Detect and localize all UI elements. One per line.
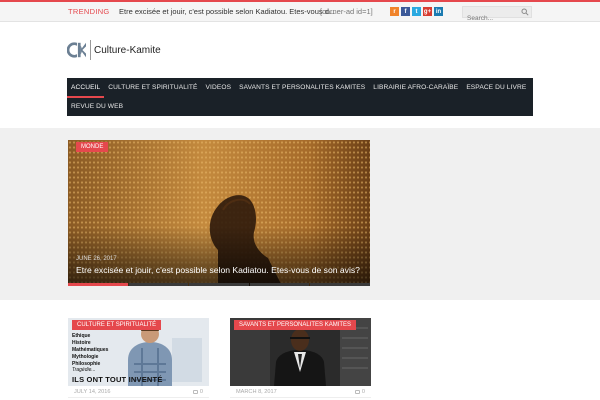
nav-item-videos[interactable]: VIDEOS <box>202 80 236 98</box>
twitter-icon[interactable]: t <box>412 7 421 16</box>
book-subject: Mythologie <box>72 354 99 360</box>
featured-title-link[interactable]: Etre excisée et jouir, c'est possible se… <box>76 265 366 275</box>
nav-item-culture-et-spiritualite[interactable]: CULTURE ET SPIRITUALITÉ <box>104 80 201 98</box>
book-subject: Mathématiques <box>72 347 109 353</box>
linkedin-icon[interactable]: in <box>434 7 443 16</box>
book-subject: Ethique <box>72 333 91 339</box>
featured-category-tag[interactable]: MONDE <box>76 142 109 152</box>
post-card-meta: JULY 14, 2016 0 <box>68 386 209 398</box>
top-bar: TRENDING Etre excisée et jouir, c'est po… <box>0 0 600 24</box>
slider-dot[interactable] <box>189 283 249 286</box>
logo-mark-icon <box>67 42 86 58</box>
comment-count: 0 <box>199 389 203 395</box>
nav-row-1: ACCUEIL CULTURE ET SPIRITUALITÉ VIDEOS S… <box>67 80 530 98</box>
slider-dot[interactable] <box>128 283 189 286</box>
post-card: Ethique Histoire Mathématiques Mythologi… <box>68 318 209 400</box>
comment-bubble-icon <box>192 390 198 394</box>
book-subject: Tragédie... <box>72 367 96 373</box>
search-input[interactable] <box>463 13 519 24</box>
post-card-date: MARCH 8, 2017 <box>236 389 277 395</box>
post-card-meta: MARCH 8, 2017 0 <box>230 386 371 398</box>
comment-bubble-icon <box>354 390 360 394</box>
post-card-image-link[interactable]: SAVANTS ET PERSONALITES KAMITES <box>230 318 371 386</box>
main-navigation: ACCUEIL CULTURE ET SPIRITUALITÉ VIDEOS S… <box>67 78 533 116</box>
post-card-category-tag[interactable]: CULTURE ET SPIRITUALITÉ <box>72 320 162 330</box>
slider-dot[interactable] <box>249 283 310 286</box>
comment-count: 0 <box>361 389 365 395</box>
nav-item-revue-du-web[interactable]: REVUE DU WEB <box>67 99 127 117</box>
search-box <box>462 6 532 24</box>
trending-ticker-link[interactable]: Etre excisée et jouir, c'est possible se… <box>119 7 344 16</box>
search-icon[interactable] <box>521 8 529 16</box>
social-links: r f t g+ in <box>390 7 443 16</box>
book-subject: Histoire <box>72 340 91 346</box>
book-tagline: ILS ONT TOUT INVENTÉ <box>72 375 163 384</box>
post-card-image-link[interactable]: Ethique Histoire Mathématiques Mythologi… <box>68 318 209 386</box>
site-logo[interactable]: Culture-Kamite <box>67 40 161 60</box>
slider-pagination <box>68 283 370 286</box>
nav-row-2: REVUE DU WEB <box>67 99 127 117</box>
corner-ad-shortcode: [corner-ad id=1] <box>320 7 373 16</box>
nav-item-accueil[interactable]: ACCUEIL <box>67 80 105 98</box>
nav-item-librairie-afro-caraibe[interactable]: LIBRAIRIE AFRO-CARAÏBE <box>369 80 462 98</box>
post-card-comments[interactable]: 0 <box>192 389 203 395</box>
logo-divider <box>90 40 91 60</box>
featured-date: JUNE 26, 2017 <box>76 256 117 262</box>
rss-icon[interactable]: r <box>390 7 399 16</box>
slider-dot[interactable] <box>310 283 370 286</box>
slider-dot[interactable] <box>68 283 128 286</box>
post-card-date: JULY 14, 2016 <box>74 389 111 395</box>
post-card-category-tag[interactable]: SAVANTS ET PERSONALITES KAMITES <box>234 320 357 330</box>
facebook-icon[interactable]: f <box>401 7 410 16</box>
nav-item-savants-et-personalites[interactable]: SAVANTS ET PERSONALITES KAMITES <box>235 80 369 98</box>
google-plus-icon[interactable]: g+ <box>423 7 432 16</box>
post-card-comments[interactable]: 0 <box>354 389 365 395</box>
trending-label: TRENDING <box>68 7 110 16</box>
nav-item-espace-du-livre[interactable]: ESPACE DU LIVRE <box>462 80 530 98</box>
logo-text: Culture-Kamite <box>94 44 161 56</box>
post-card: SAVANTS ET PERSONALITES KAMITES MARCH 8,… <box>230 318 371 400</box>
